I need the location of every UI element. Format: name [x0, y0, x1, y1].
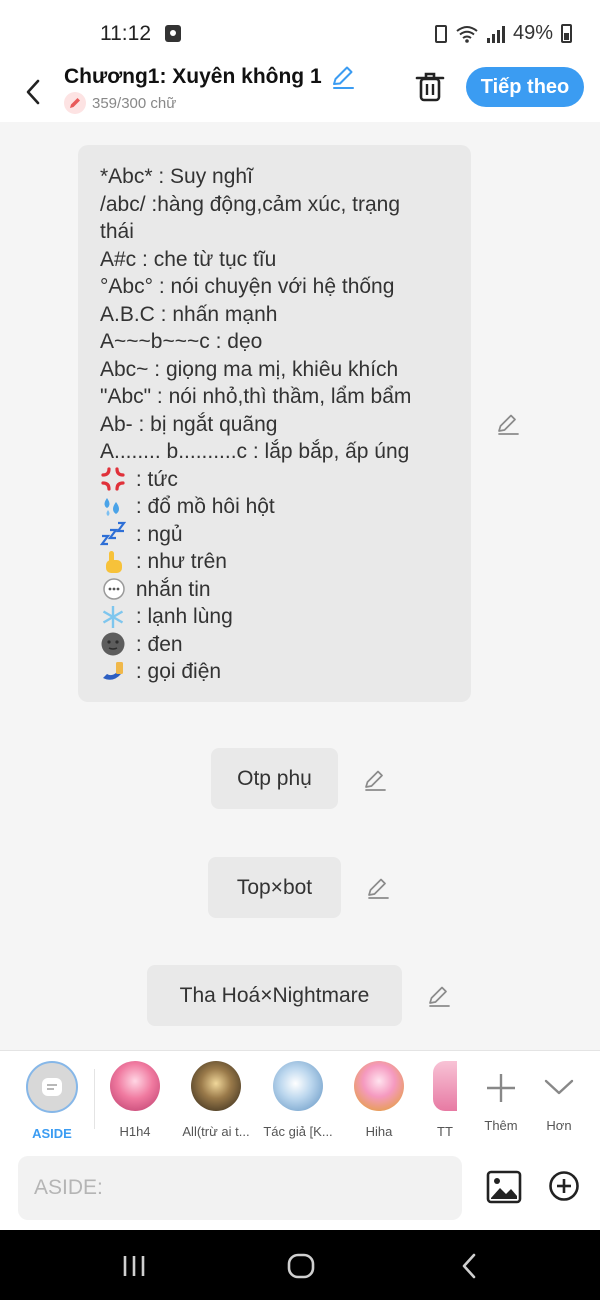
chevron-down-icon [544, 1079, 574, 1095]
signal-icon [486, 25, 505, 43]
edit-message-icon[interactable] [366, 876, 390, 900]
legend-emoji-text: : ngủ [130, 522, 183, 546]
back-button[interactable] [16, 72, 50, 112]
edit-message-icon[interactable] [496, 412, 520, 436]
speech-bubble-icon [103, 578, 125, 600]
snowflake-icon [102, 605, 124, 628]
legend-line: "Abc" : nói nhỏ,thì thầm, lẩm bẩm [100, 385, 412, 408]
next-button[interactable]: Tiếp theo [466, 67, 584, 107]
legend-line: A#c : che từ tục tĩu [100, 247, 277, 271]
legend-emoji-line: : như trên [100, 548, 451, 576]
legend-emoji-line: : ngủ [100, 521, 451, 549]
home-icon[interactable] [286, 1252, 316, 1280]
anger-icon [101, 467, 125, 491]
expand-label: Hơn [546, 1118, 572, 1133]
battery-percent: 49% [512, 22, 553, 44]
aside-label: ASIDE [32, 1126, 72, 1141]
character-label: H1h4 [119, 1124, 151, 1139]
battery-saver-icon [434, 24, 447, 43]
character-item[interactable]: Hiha [339, 1061, 419, 1139]
legend-emoji-line: : lạnh lùng [100, 603, 451, 631]
legend-line: A........ b..........c : lắp bắp, ấp úng [100, 440, 410, 463]
legend-line: A~~~b~~~c : dẹo [100, 330, 263, 353]
edit-title-icon[interactable] [330, 64, 356, 90]
legend-line: /abc/ :hàng động,cảm xúc, trạng [100, 192, 401, 216]
add-circle-icon[interactable] [548, 1170, 580, 1202]
legend-line: Ab- : bị ngắt quãng [100, 412, 278, 436]
avatar [354, 1061, 404, 1111]
title-row: Chương1: Xuyên không 1 [64, 64, 356, 90]
status-time: 11:12 [100, 22, 151, 45]
message-bubble[interactable]: Tha Hoá×Nightmare [147, 965, 402, 1026]
character-bar: ASIDE H1h4 All(trừ ai t... Tác giả [K...… [0, 1050, 600, 1146]
legend-emoji-text: : như trên [130, 550, 227, 573]
message-bubble[interactable]: Otp phụ [211, 748, 338, 809]
legend-emoji-text: : đổ mồ hôi hột [130, 495, 275, 518]
legend-line: °Abc° : nói chuyện với hệ thống [100, 275, 395, 298]
legend-emoji-line: : gọi điện [100, 658, 451, 686]
legend-emoji-text: : lạnh lùng [130, 605, 233, 628]
input-bar [0, 1146, 600, 1230]
phone-call-icon [103, 661, 123, 680]
avatar [273, 1061, 323, 1111]
trash-icon[interactable] [414, 70, 446, 104]
plus-icon [487, 1074, 515, 1102]
legend-emoji-line: : đen [100, 631, 451, 659]
legend-emoji-text: : đen [130, 632, 183, 656]
legend-message-bubble[interactable]: *Abc* : Suy nghĩ /abc/ :hàng động,cảm xú… [78, 145, 471, 702]
chat-content[interactable]: *Abc* : Suy nghĩ /abc/ :hàng động,cảm xú… [0, 122, 600, 1050]
aside-avatar [26, 1061, 78, 1113]
notification-app-icon [165, 25, 181, 42]
avatar [433, 1061, 457, 1111]
pointing-up-hand-icon [106, 550, 122, 573]
character-item[interactable]: All(trừ ai t... [176, 1061, 256, 1139]
legend-emoji-line: : đổ mồ hôi hột [100, 493, 451, 521]
image-icon[interactable] [486, 1170, 522, 1204]
chevron-left-icon [26, 79, 40, 105]
legend-line: thái [100, 220, 134, 243]
wifi-icon [456, 25, 478, 43]
character-item[interactable]: Tác giả [K... [258, 1061, 338, 1139]
legend-emoji-text: : gọi điện [130, 660, 222, 683]
legend-line: A.B.C : nhấn mạnh [100, 302, 278, 326]
word-count: 359/300 chữ [92, 94, 177, 112]
recent-apps-icon[interactable] [120, 1254, 148, 1278]
character-aside[interactable]: ASIDE [12, 1061, 92, 1141]
expand-characters-button[interactable]: Hơn [519, 1061, 599, 1133]
chapter-header: Chương1: Xuyên không 1 359/300 chữ Tiếp … [0, 64, 600, 122]
legend-line: *Abc* : Suy nghĩ [100, 165, 253, 188]
sweat-droplets-icon [104, 497, 119, 516]
legend-emoji-line: : tức [100, 466, 451, 494]
system-nav-bar [0, 1230, 600, 1300]
status-indicators: 49% [434, 22, 572, 45]
avatar [110, 1061, 160, 1111]
chapter-title[interactable]: Chương1: Xuyên không 1 [64, 65, 322, 89]
legend-emoji-line: nhắn tin [100, 576, 451, 604]
character-item[interactable]: H1h4 [95, 1061, 175, 1139]
character-label: Hiha [365, 1124, 393, 1139]
legend-emoji-text: nhắn tin [130, 577, 211, 601]
legend-emoji-text: : tức [130, 467, 178, 491]
character-label: Tác giả [K... [263, 1124, 333, 1139]
word-count-row: 359/300 chữ [64, 92, 176, 114]
nav-back-icon[interactable] [458, 1252, 480, 1280]
character-label: All(trừ ai t... [182, 1124, 250, 1139]
message-input[interactable] [18, 1156, 462, 1220]
legend-line: Abc~ : giọng ma mị, khiêu khích [100, 357, 399, 381]
avatar [191, 1061, 241, 1111]
edit-message-icon[interactable] [363, 768, 387, 792]
zzz-icon [100, 522, 126, 546]
battery-icon [561, 24, 572, 43]
message-bubble[interactable]: Top×bot [208, 857, 341, 918]
dark-moon-icon [101, 632, 125, 656]
status-bar: 11:12 49% [0, 0, 600, 64]
aside-chat-icon [42, 1078, 62, 1096]
edit-message-icon[interactable] [427, 984, 451, 1008]
pencil-badge-icon [64, 92, 86, 114]
